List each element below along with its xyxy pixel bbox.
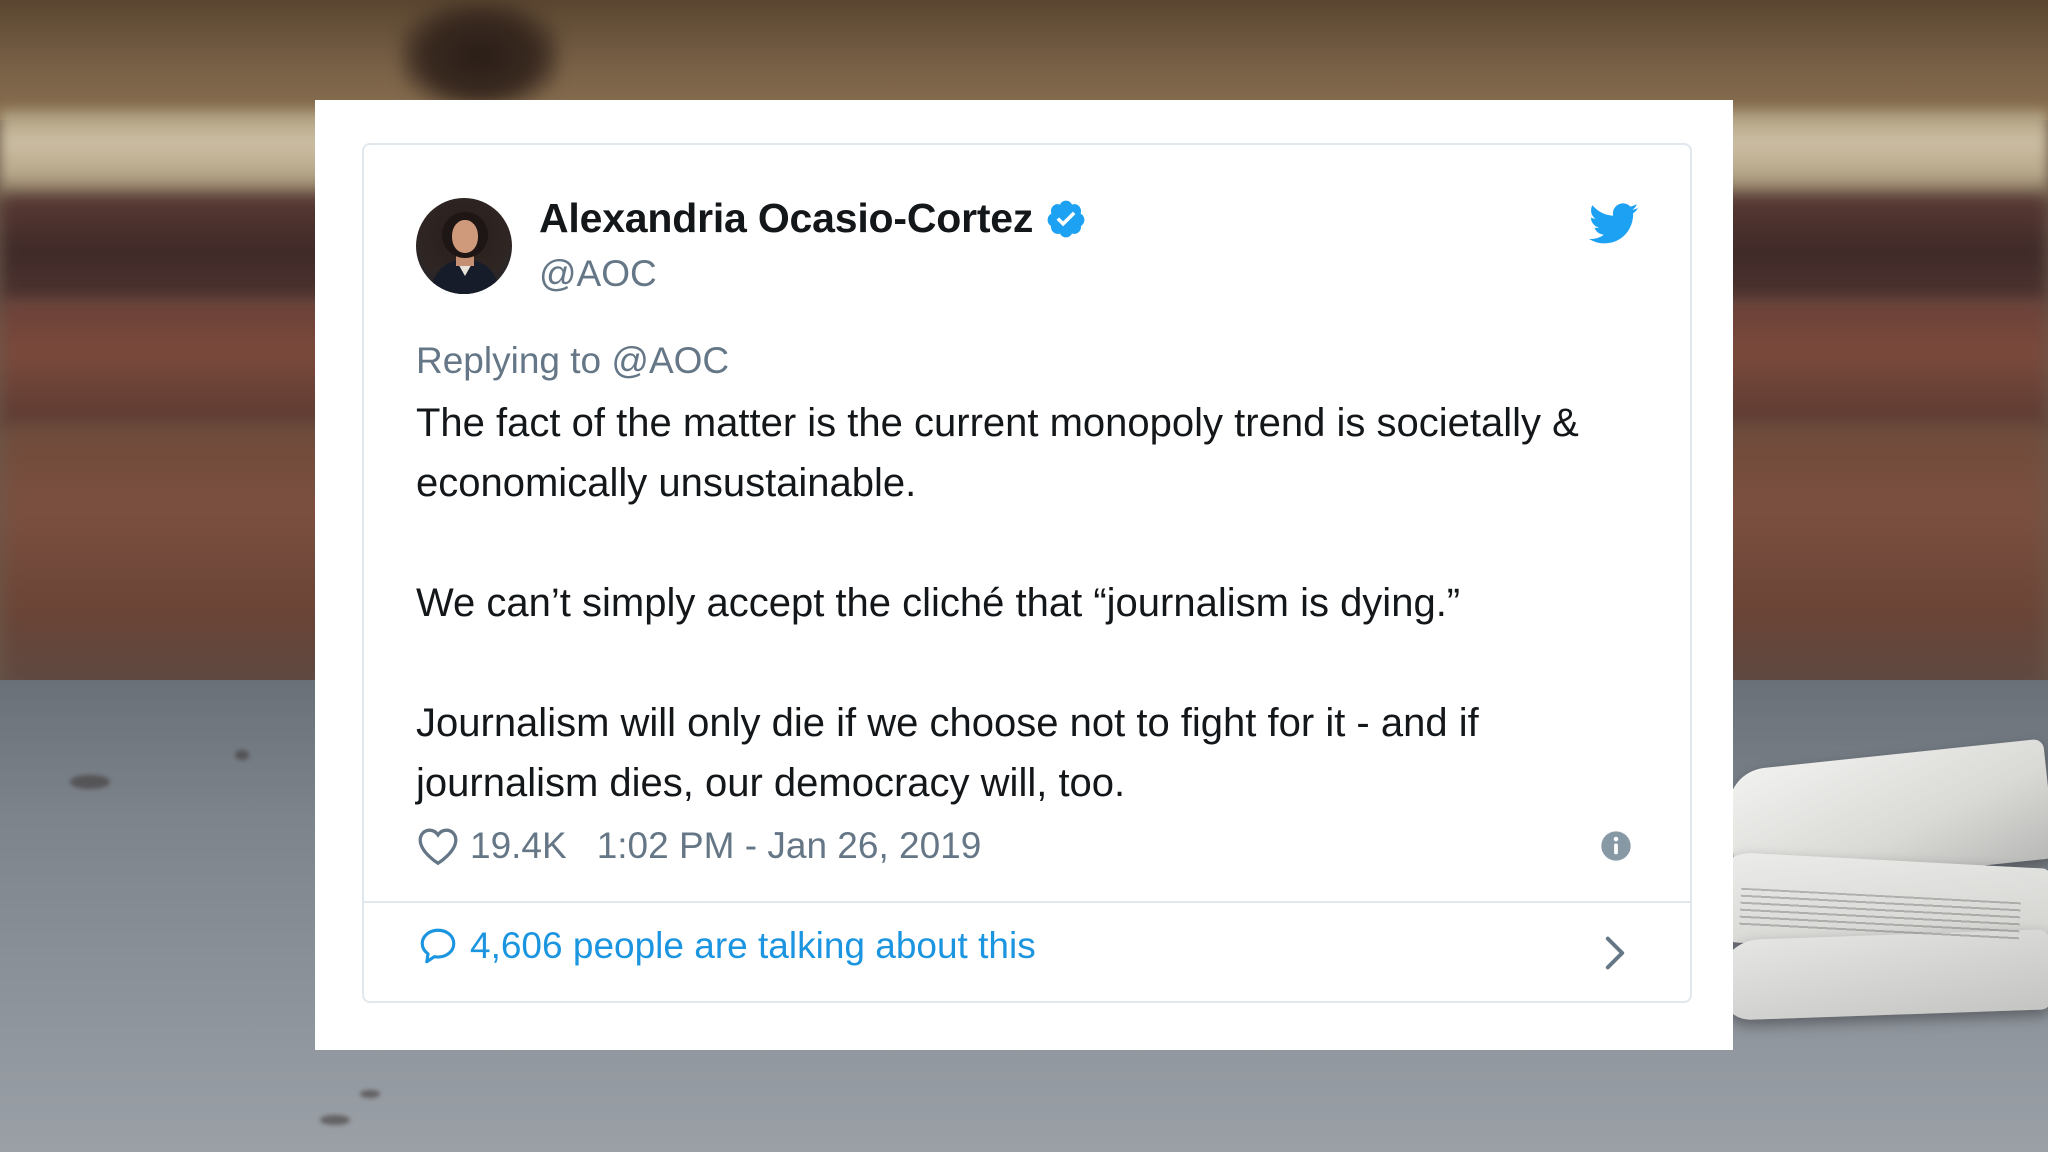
bg-speck xyxy=(70,775,110,789)
embedded-tweet[interactable]: Alexandria Ocasio-Cortez @AOC Replying t… xyxy=(362,143,1692,1003)
replying-to-label[interactable]: Replying to @AOC xyxy=(416,340,729,382)
tweet-paragraph: The fact of the matter is the current mo… xyxy=(416,401,1579,505)
conversation-link[interactable]: 4,606 people are talking about this xyxy=(416,925,1036,967)
card-divider xyxy=(364,901,1690,903)
tweet-paragraph: Journalism will only die if we choose no… xyxy=(416,701,1479,805)
tweet-text: The fact of the matter is the current mo… xyxy=(416,393,1646,813)
heart-icon[interactable] xyxy=(416,826,460,866)
tweet-timestamp[interactable]: 1:02 PM - Jan 26, 2019 xyxy=(597,825,982,867)
author-name-row[interactable]: Alexandria Ocasio-Cortez xyxy=(539,195,1087,242)
avatar[interactable] xyxy=(416,198,512,294)
talking-about-label[interactable]: 4,606 people are talking about this xyxy=(470,925,1036,967)
speech-bubble-icon xyxy=(420,928,456,964)
author-display-name[interactable]: Alexandria Ocasio-Cortez xyxy=(539,195,1033,242)
tweet-card-frame: Alexandria Ocasio-Cortez @AOC Replying t… xyxy=(315,100,1733,1050)
info-icon[interactable] xyxy=(1600,830,1632,862)
avatar-face xyxy=(452,220,478,253)
verified-badge-icon xyxy=(1047,200,1085,237)
newspaper-illustration xyxy=(1700,738,2048,1035)
tweet-meta-row: 19.4K 1:02 PM - Jan 26, 2019 xyxy=(416,825,981,867)
bg-speck xyxy=(320,1115,350,1125)
tweet-paragraph: We can’t simply accept the cliché that “… xyxy=(416,581,1461,625)
chevron-right-icon[interactable] xyxy=(1604,935,1626,971)
newspaper-fold xyxy=(1718,929,2048,1021)
twitter-bird-icon[interactable] xyxy=(1589,203,1639,245)
bg-figure-shadow xyxy=(400,0,560,110)
bg-speck xyxy=(360,1090,380,1098)
like-count[interactable]: 19.4K xyxy=(470,825,567,867)
author-handle[interactable]: @AOC xyxy=(539,253,657,295)
bg-speck xyxy=(235,750,249,760)
